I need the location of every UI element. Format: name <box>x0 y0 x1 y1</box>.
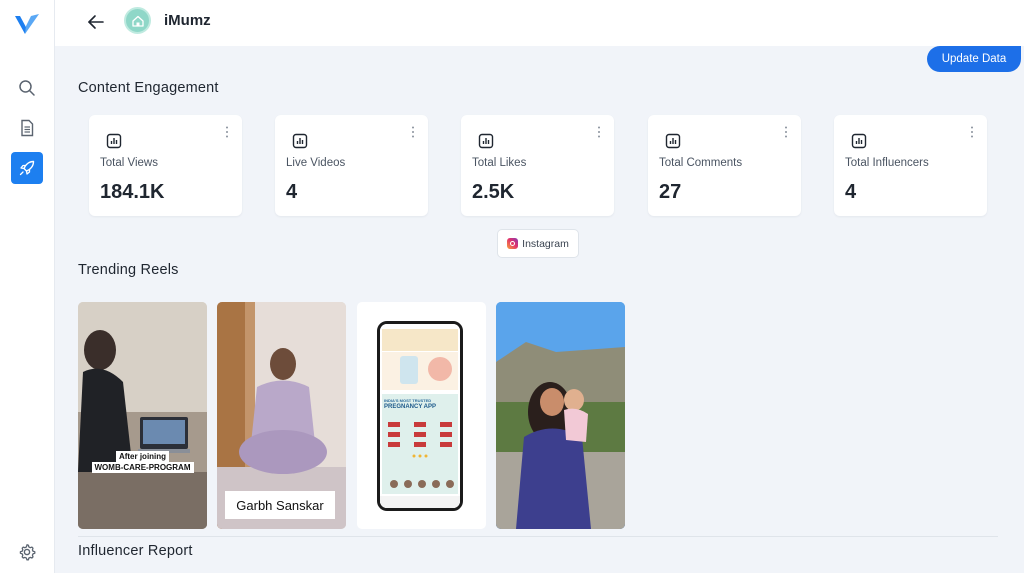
stat-card: Total Influencers 4 <box>834 115 987 216</box>
stat-label: Total Views <box>100 157 158 169</box>
sidebar-settings-button[interactable] <box>11 536 43 568</box>
stat-value: 2.5K <box>472 181 515 203</box>
back-arrow-icon[interactable] <box>85 11 107 33</box>
stat-card: Live Videos 4 <box>275 115 428 216</box>
bar-chart-icon <box>292 133 308 149</box>
bar-chart-icon <box>478 133 494 149</box>
document-icon <box>21 119 34 137</box>
stat-label: Total Influencers <box>845 157 929 169</box>
sidebar-campaigns-button[interactable] <box>11 152 43 184</box>
reel-thumbnail-image <box>78 302 207 529</box>
rocket-icon <box>19 160 35 176</box>
stat-value: 184.1K <box>100 181 165 203</box>
stat-value: 4 <box>845 181 857 203</box>
app-headline-line2: PREGNANCY APP <box>384 404 437 410</box>
instagram-label: Instagram <box>522 237 569 250</box>
kebab-menu-icon[interactable] <box>783 125 789 139</box>
reel-card[interactable]: Garbh Sanskar <box>217 302 346 529</box>
app-headline-line1: INDIA'S MOST TRUSTED <box>384 398 432 403</box>
header: iMumz <box>55 0 1024 46</box>
content-engagement-title: Content Engagement <box>78 80 219 96</box>
reel-card[interactable]: After joining WOMB-CARE-PROGRAM <box>78 302 207 529</box>
bar-chart-icon <box>851 133 867 149</box>
section-divider <box>78 536 998 537</box>
stat-value: 4 <box>286 181 298 203</box>
phone-mockup: INDIA'S MOST TRUSTED PREGNANCY APP <box>377 321 463 511</box>
sidebar-search-button[interactable] <box>11 72 43 104</box>
logo-icon <box>15 14 39 34</box>
instagram-filter-pill[interactable]: Instagram <box>497 229 579 258</box>
stat-label: Total Comments <box>659 157 743 169</box>
reel-caption-line1: After joining <box>115 451 170 462</box>
influencer-report-title: Influencer Report <box>78 543 193 559</box>
stat-value: 27 <box>659 181 682 203</box>
app-name: iMumz <box>164 12 211 29</box>
search-icon <box>19 80 35 96</box>
reel-thumbnail-image <box>496 302 625 529</box>
home-icon <box>131 15 144 27</box>
stat-label: Live Videos <box>286 157 346 169</box>
app-avatar <box>124 7 151 34</box>
stat-card: Total Views 184.1K <box>89 115 242 216</box>
stat-card: Total Likes 2.5K <box>461 115 614 216</box>
gear-icon <box>19 544 36 561</box>
sidebar-documents-button[interactable] <box>11 112 43 144</box>
stat-label: Total Likes <box>472 157 527 169</box>
app-screenshot-image <box>380 324 460 508</box>
sidebar <box>0 0 55 573</box>
bar-chart-icon <box>106 133 122 149</box>
kebab-menu-icon[interactable] <box>596 125 602 139</box>
trending-reels-title: Trending Reels <box>78 262 179 278</box>
bar-chart-icon <box>665 133 681 149</box>
reel-caption-line2: WOMB-CARE-PROGRAM <box>91 462 194 473</box>
kebab-menu-icon[interactable] <box>969 125 975 139</box>
reel-caption: Garbh Sanskar <box>225 491 335 519</box>
kebab-menu-icon[interactable] <box>410 125 416 139</box>
reel-card[interactable]: INDIA'S MOST TRUSTED PREGNANCY APP <box>357 302 486 529</box>
instagram-icon <box>507 238 519 249</box>
stat-card: Total Comments 27 <box>648 115 801 216</box>
update-data-button[interactable]: Update Data <box>927 46 1021 72</box>
reel-card[interactable] <box>496 302 625 529</box>
kebab-menu-icon[interactable] <box>224 125 230 139</box>
